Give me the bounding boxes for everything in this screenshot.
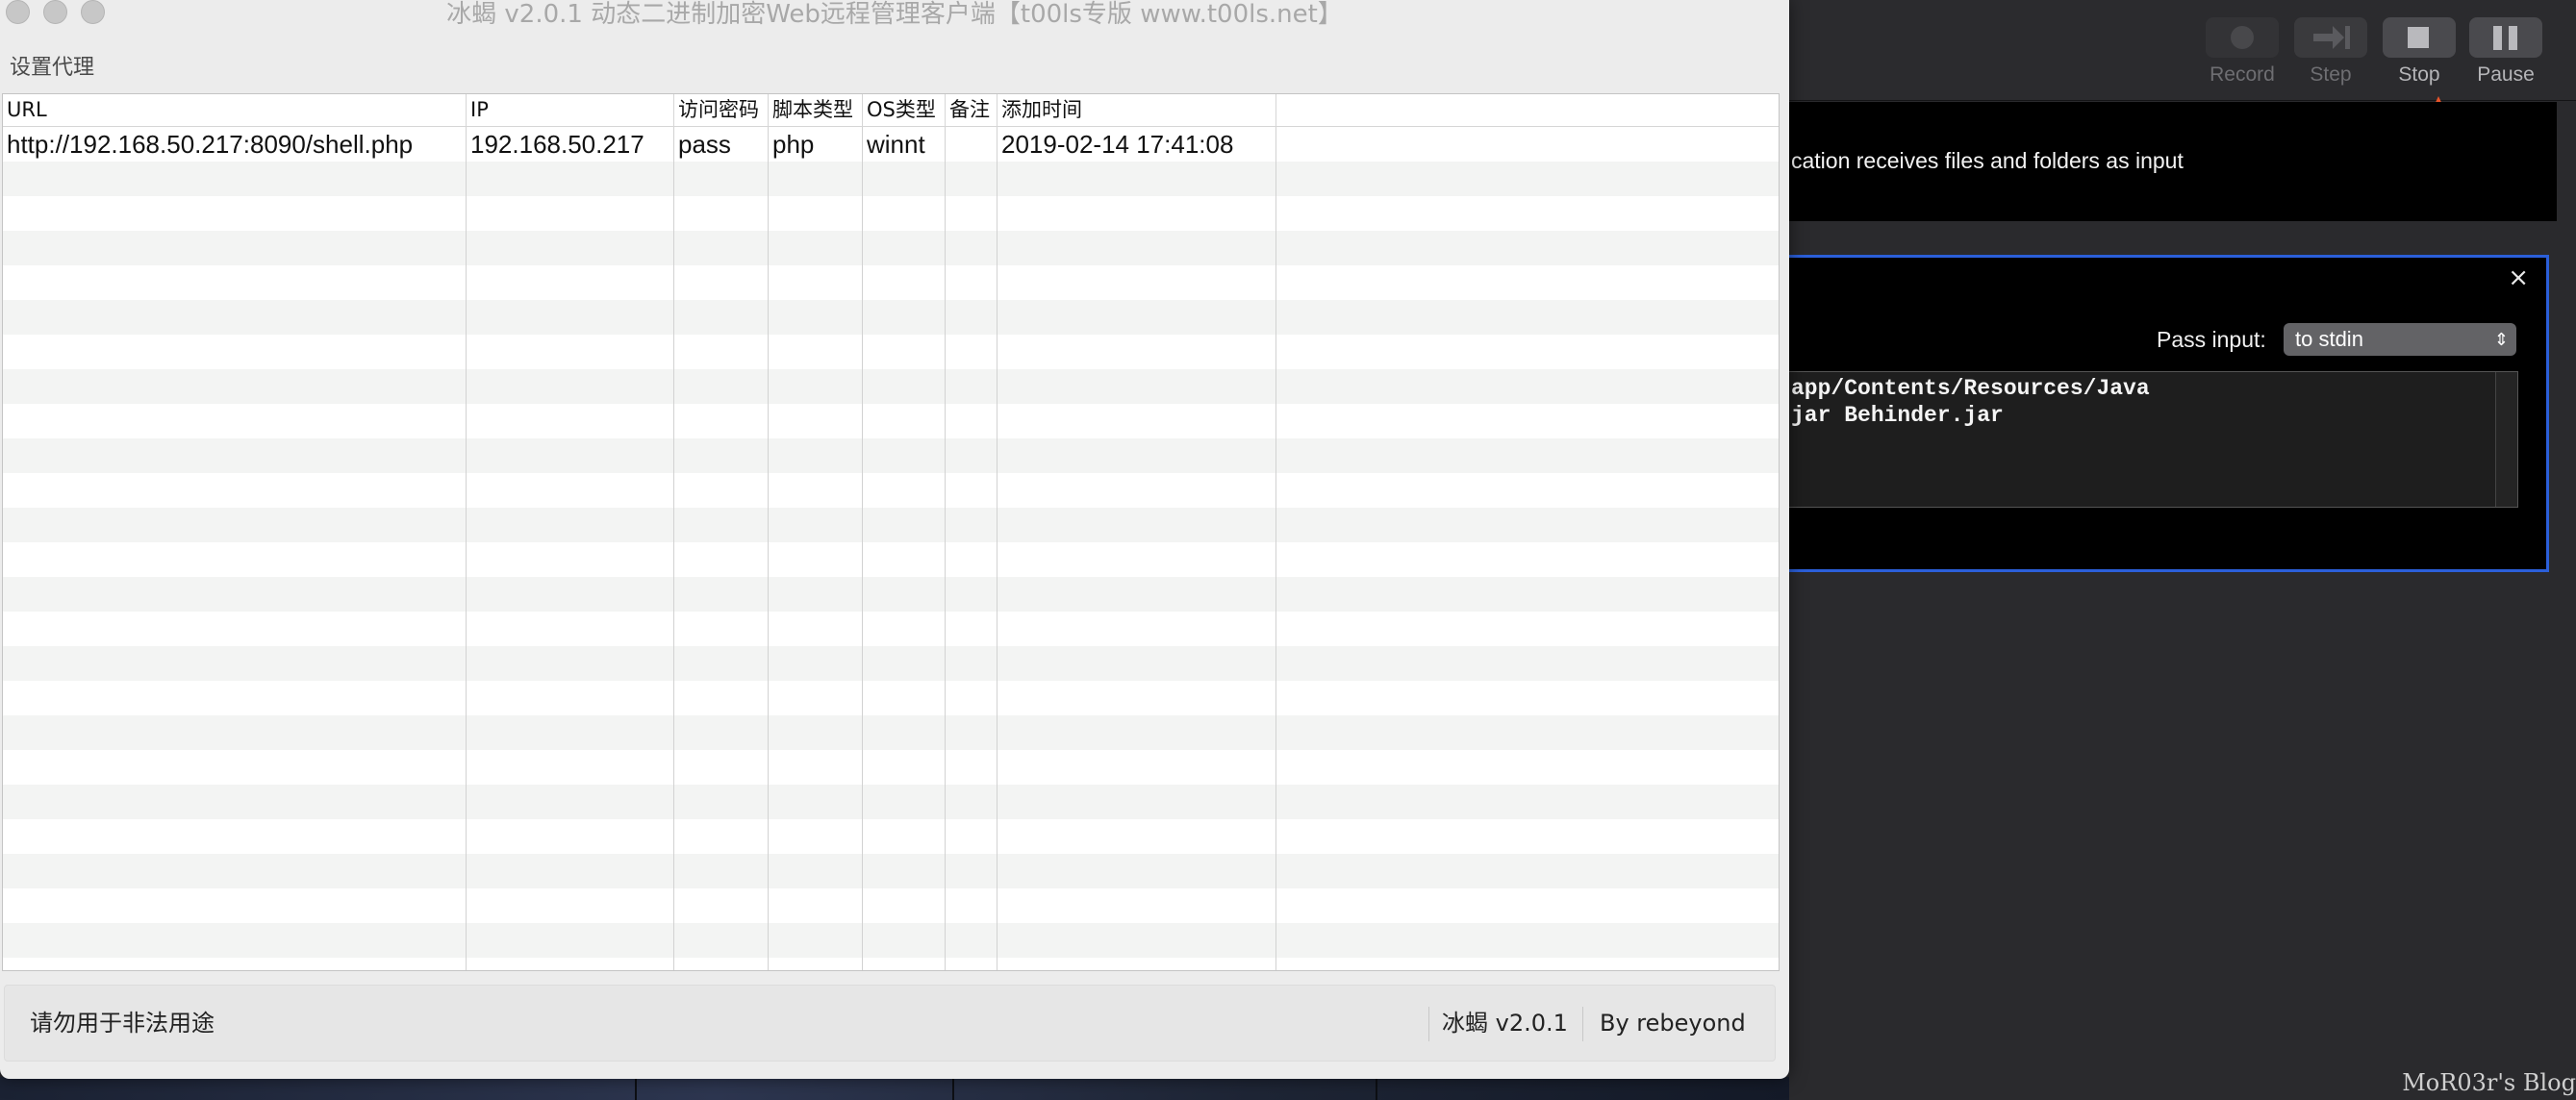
pause-button[interactable]: Pause: [2468, 17, 2543, 87]
pass-input-label: Pass input:: [2157, 327, 2266, 352]
column-header-os-type[interactable]: OS类型: [863, 94, 946, 126]
shell-table[interactable]: URL IP 访问密码 脚本类型 OS类型 备注 添加时间 http://192…: [2, 93, 1780, 971]
watermark: MoR03r's Blog: [2402, 1069, 2576, 1096]
column-header-added-time[interactable]: 添加时间: [998, 94, 1276, 126]
script-line: app/Contents/Resources/Java: [1791, 376, 2150, 401]
desktop-background: [0, 1077, 1789, 1100]
cell-password: pass: [678, 130, 731, 159]
step-button[interactable]: Step: [2293, 17, 2368, 87]
workflow-description: cation receives files and folders as inp…: [1789, 102, 2557, 221]
table-body: [3, 127, 1779, 970]
cell-os-type: winnt: [867, 130, 925, 159]
pause-label: Pause: [2477, 63, 2535, 86]
desktop-divider: [635, 1077, 637, 1100]
workflow-description-text: cation receives files and folders as inp…: [1791, 148, 2184, 173]
behinder-window: 冰蝎 v2.0.1 动态二进制加密Web远程管理客户端【t00ls专版 www.…: [0, 0, 1789, 1079]
automator-toolbar: Record Step Stop Pause: [1789, 0, 2576, 101]
chevron-updown-icon: ⇕: [2493, 330, 2509, 349]
column-divider: [862, 127, 863, 970]
cell-notes: [946, 127, 998, 162]
record-button[interactable]: Record: [2205, 17, 2280, 87]
column-header-url[interactable]: URL: [3, 94, 467, 126]
stop-icon: [2408, 27, 2429, 48]
cell-script-type: php: [772, 130, 815, 159]
script-line: jar Behinder.jar: [1791, 403, 2004, 428]
pass-input-select[interactable]: to stdin ⇕: [2284, 323, 2516, 356]
record-label: Record: [2210, 63, 2275, 86]
column-header-filler: [1276, 94, 1779, 126]
column-divider: [997, 127, 998, 970]
script-scrollbar[interactable]: [2495, 372, 2517, 507]
stop-button[interactable]: Stop: [2382, 17, 2457, 87]
column-divider: [673, 127, 674, 970]
proxy-settings-menu[interactable]: 设置代理: [10, 50, 94, 81]
status-bar: 请勿用于非法用途 冰蝎 v2.0.1 By rebeyond: [4, 985, 1776, 1062]
automator-window: Record Step Stop Pause cation receives f…: [1789, 0, 2576, 1100]
column-header-password[interactable]: 访问密码: [674, 94, 769, 126]
status-version: 冰蝎 v2.0.1: [1442, 1010, 1568, 1037]
status-divider: [1428, 1007, 1429, 1041]
script-editor[interactable]: app/Contents/Resources/Java jar Behinder…: [1789, 371, 2518, 508]
column-divider: [466, 127, 467, 970]
column-header-notes[interactable]: 备注: [946, 94, 998, 126]
cell-ip: 192.168.50.217: [470, 130, 644, 159]
column-header-ip[interactable]: IP: [467, 94, 674, 126]
column-divider: [1275, 127, 1276, 970]
window-title: 冰蝎 v2.0.1 动态二进制加密Web远程管理客户端【t00ls专版 www.…: [446, 0, 1343, 29]
status-warning: 请勿用于非法用途: [30, 1010, 215, 1037]
stop-label: Stop: [2398, 63, 2440, 86]
status-author: By rebeyond: [1600, 1010, 1746, 1037]
run-shell-script-action: × Pass input: to stdin ⇕ app/Contents/Re…: [1789, 255, 2549, 572]
desktop-divider: [952, 1077, 954, 1100]
step-icon: [2313, 26, 2350, 49]
column-divider: [768, 127, 769, 970]
title-bar[interactable]: 冰蝎 v2.0.1 动态二进制加密Web远程管理客户端【t00ls专版 www.…: [0, 0, 1789, 33]
column-divider: [945, 127, 946, 970]
column-header-script-type[interactable]: 脚本类型: [769, 94, 863, 126]
cell-added-time: 2019-02-14 17:41:08: [1001, 130, 1234, 159]
cell-url: http://192.168.50.217:8090/shell.php: [7, 130, 414, 159]
desktop-divider: [1376, 1077, 1377, 1100]
pass-input-value: to stdin: [2295, 327, 2363, 351]
pause-icon: [2469, 17, 2542, 58]
status-divider: [1582, 1007, 1583, 1041]
table-header: URL IP 访问密码 脚本类型 OS类型 备注 添加时间: [3, 94, 1779, 127]
record-icon: [2231, 26, 2254, 49]
close-icon[interactable]: ×: [2508, 263, 2529, 292]
step-label: Step: [2310, 63, 2352, 86]
